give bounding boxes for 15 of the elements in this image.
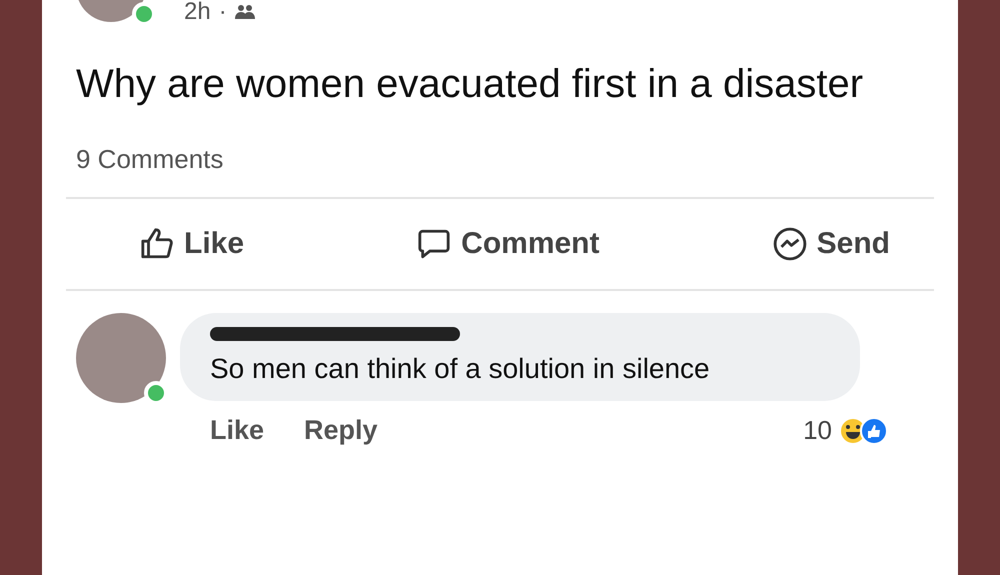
send-button[interactable]: Send (768, 221, 894, 267)
comment-button[interactable]: Comment (413, 221, 604, 267)
comment-text: So men can think of a solution in silence (210, 353, 711, 385)
speech-bubble-icon (417, 227, 452, 261)
post-time[interactable]: 2h (184, 0, 211, 26)
friends-icon (234, 4, 255, 20)
messenger-icon (772, 227, 807, 261)
reaction-count[interactable]: 10 (803, 415, 832, 446)
comment-count[interactable]: 9 Comments (76, 144, 924, 175)
like-button[interactable]: Like (136, 221, 248, 267)
comment-action-link[interactable]: Reply (304, 415, 378, 446)
post-text: Why are women evacuated first in a disaster (76, 61, 864, 108)
thumbs-up-icon (140, 227, 174, 261)
comment-action-link[interactable]: Like (210, 415, 264, 446)
separator: · (218, 0, 227, 26)
